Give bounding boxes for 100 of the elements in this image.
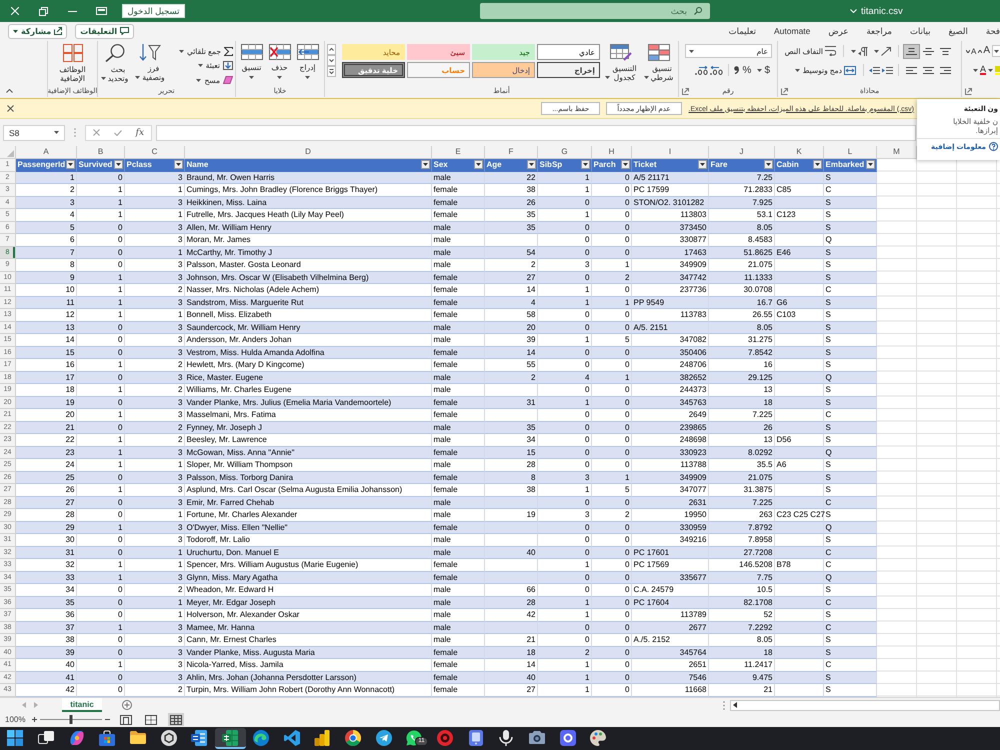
insert-function-button[interactable]: fx — [136, 128, 144, 138]
table-cell: 7.8792 — [709, 522, 775, 534]
search-field[interactable]: بحث — [480, 3, 690, 19]
name-box[interactable]: S8 — [3, 124, 65, 140]
table-cell: 18 — [709, 396, 775, 409]
view-button[interactable] — [168, 713, 184, 726]
dialog-launcher-icon[interactable] — [780, 88, 788, 94]
table-cell: female — [432, 296, 485, 309]
increase-decimal-icon[interactable] — [710, 66, 723, 74]
table-cell: 20 — [485, 322, 538, 334]
grow-font-button[interactable]: A — [978, 44, 990, 58]
sheet-tab[interactable]: titanic — [62, 698, 102, 712]
table-cell: 0 — [77, 496, 125, 509]
swirl-icon — [68, 730, 85, 746]
ribbon-tab[interactable]: بيانات — [900, 26, 940, 36]
decrease-decimal-icon[interactable] — [694, 66, 708, 74]
close-icon[interactable] — [7, 105, 14, 112]
text-direction-button[interactable] — [849, 44, 870, 58]
table-cell — [775, 596, 824, 609]
ribbon-tab[interactable]: فحة — [976, 26, 1000, 36]
taskbar-button[interactable] — [214, 728, 246, 749]
formula-input[interactable] — [156, 124, 916, 140]
filter-button[interactable] — [474, 160, 483, 170]
table-cell: C — [824, 596, 877, 609]
table-cell: 3 — [125, 172, 185, 184]
table-cell: 7 — [16, 246, 77, 259]
table-cell: female — [432, 472, 485, 484]
scroll-up-icon[interactable] — [327, 44, 336, 55]
minimize-icon[interactable] — [68, 10, 77, 12]
font-color-button[interactable]: A — [980, 64, 986, 76]
decrease-indent-icon[interactable] — [869, 66, 880, 74]
table-cell: Uruchurtu, Don. Manuel E — [185, 546, 432, 559]
sign-in-button[interactable]: تسجيل الدخول — [122, 4, 185, 18]
table-cell: 1 — [538, 172, 592, 184]
dialog-launcher-icon[interactable] — [682, 88, 688, 94]
add-sheet-icon[interactable] — [122, 700, 132, 710]
vertical-align-button[interactable] — [904, 44, 919, 58]
shrink-font-button[interactable]: A — [966, 44, 976, 58]
table-cell: 0 — [592, 646, 632, 659]
filter-button[interactable] — [813, 160, 822, 170]
table-cell: 2 — [125, 422, 185, 434]
table-cell: 2677 — [632, 622, 709, 634]
filter-button[interactable] — [114, 160, 123, 170]
scroll-left-icon[interactable] — [733, 702, 737, 708]
scroll-down-icon[interactable] — [327, 55, 336, 66]
ribbon-tab[interactable]: الصيغ — [939, 26, 977, 36]
caret-icon — [644, 76, 649, 79]
filter-button[interactable] — [698, 160, 707, 170]
view-button[interactable] — [143, 713, 160, 726]
align-right-icon[interactable] — [940, 66, 951, 74]
collapse-ribbon-icon[interactable] — [6, 89, 13, 93]
table-cell: 0 — [538, 572, 592, 584]
filter-button[interactable] — [581, 160, 590, 170]
more-styles-icon[interactable] — [327, 66, 336, 77]
table-cell: 29 — [16, 522, 77, 534]
currency-button[interactable]: $ — [755, 63, 772, 77]
table-cell: 3 — [125, 346, 185, 359]
filter-button[interactable] — [527, 160, 536, 170]
filter-button[interactable] — [764, 160, 773, 170]
increase-indent-icon[interactable] — [882, 66, 893, 74]
ribbon-tab[interactable]: مراجعة — [857, 26, 901, 36]
restore-icon[interactable] — [39, 6, 48, 16]
slider-thumb[interactable] — [70, 715, 73, 724]
table-cell: 3 — [125, 672, 185, 684]
filter-button[interactable] — [621, 160, 630, 170]
filter-button[interactable] — [174, 160, 183, 170]
column-letter: J — [709, 146, 775, 159]
add-ins-icon — [62, 44, 82, 62]
view-button[interactable] — [118, 713, 134, 726]
filter-button[interactable] — [66, 160, 75, 170]
filter-button[interactable] — [421, 160, 430, 170]
share-button[interactable]: مشاركة — [8, 24, 68, 38]
caret-icon — [178, 50, 184, 53]
filter-button[interactable] — [866, 160, 875, 170]
comma-style-icon[interactable] — [734, 66, 739, 74]
table-cell: 1 — [77, 446, 125, 459]
table-cell: male — [432, 246, 485, 259]
comments-button[interactable]: التعليقات — [75, 24, 134, 38]
zoom-level[interactable]: 100% — [5, 715, 26, 724]
app-tile-icon — [560, 730, 576, 746]
caret-icon[interactable] — [850, 9, 857, 13]
zoom-in-icon[interactable] — [32, 717, 38, 722]
table-cell — [775, 622, 824, 634]
table-cell: C — [824, 496, 877, 509]
ribbon-tab[interactable]: عرض — [819, 26, 858, 36]
percent-button[interactable]: % — [740, 63, 754, 77]
table-cell: Saundercock, Mr. William Henry — [185, 322, 432, 334]
orientation-button[interactable] — [872, 44, 893, 58]
align-middle-icon — [923, 48, 934, 54]
table-cell — [775, 322, 824, 334]
table-cell: 345763 — [632, 396, 709, 409]
check-icon[interactable] — [114, 130, 122, 136]
align-center-icon[interactable] — [923, 66, 934, 74]
dialog-launcher-icon[interactable] — [964, 88, 972, 94]
font-size-field[interactable] — [992, 45, 1000, 57]
align-left-icon[interactable] — [906, 66, 917, 74]
horizontal-scrollbar[interactable] — [730, 700, 1000, 710]
ribbon-display-icon[interactable] — [96, 7, 107, 15]
cancel-icon[interactable] — [92, 129, 100, 136]
table-cell: 19 — [16, 396, 77, 409]
